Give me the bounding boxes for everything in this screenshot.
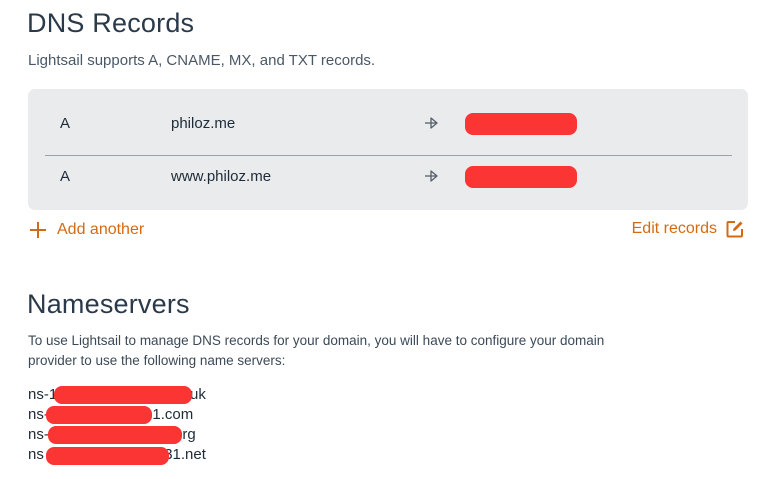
record-type: A — [60, 168, 71, 185]
record-name: www.philoz.me — [171, 168, 272, 185]
nameserver-list: ns-1 2.co.uk ns- .1.com ns- 23.org ns 31… — [28, 385, 206, 465]
record-name: philoz.me — [171, 115, 236, 132]
nameserver-item: ns- 23.org — [28, 425, 206, 445]
dns-record-row: A www.philoz.me — [28, 148, 748, 206]
nameserver-redacted — [46, 447, 169, 465]
dns-records-subtitle: Lightsail supports A, CNAME, MX, and TXT… — [28, 52, 376, 69]
record-type: A — [60, 115, 71, 132]
arrow-right-icon — [425, 170, 438, 182]
plus-icon — [30, 222, 46, 238]
add-another-label: Add another — [57, 221, 145, 238]
nameserver-item: ns-1 2.co.uk — [28, 385, 206, 405]
nameserver-redacted — [48, 426, 182, 444]
edit-icon — [726, 221, 743, 238]
edit-records-label: Edit records — [631, 220, 717, 237]
nameserver-prefix: ns-1 — [28, 386, 58, 403]
nameserver-redacted — [54, 386, 192, 404]
edit-records-button[interactable]: Edit records — [632, 220, 744, 238]
nameserver-prefix: ns- — [28, 426, 49, 443]
record-value-redacted — [465, 113, 577, 135]
arrow-right-icon — [425, 117, 438, 129]
nameserver-prefix: ns — [28, 446, 44, 463]
record-value-redacted — [465, 166, 577, 188]
nameservers-title: Nameservers — [27, 289, 190, 319]
dns-record-row: A philoz.me — [28, 95, 748, 156]
dns-records-table: A philoz.me A www.philoz.me — [28, 89, 748, 210]
nameserver-suffix: 31.net — [164, 446, 206, 463]
nameserver-item: ns 31.net — [28, 445, 206, 465]
nameserver-redacted — [46, 406, 152, 424]
dns-records-title: DNS Records — [27, 8, 195, 38]
add-another-button[interactable]: Add another — [28, 220, 144, 240]
nameservers-description: To use Lightsail to manage DNS records f… — [28, 333, 605, 368]
nameserver-item: ns- .1.com — [28, 405, 206, 425]
nameserver-suffix: .1.com — [148, 406, 194, 423]
